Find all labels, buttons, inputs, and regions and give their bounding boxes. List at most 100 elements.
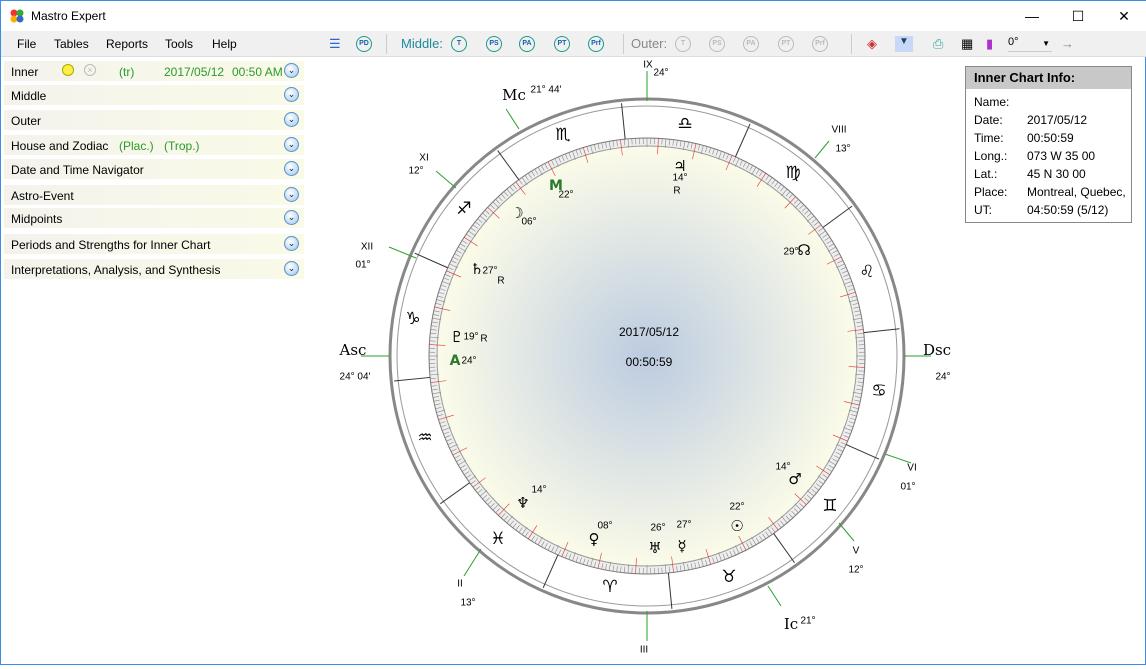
info-value: Montreal, Quebec,	[1027, 185, 1126, 199]
panel-middle[interactable]: Middle ⌄	[4, 85, 304, 105]
panel-label: Inner	[11, 65, 38, 79]
angle-degree: 21°	[800, 616, 815, 627]
middle-ps-button[interactable]: PS	[486, 36, 502, 52]
panel-label: Date and Time Navigator	[11, 163, 144, 177]
info-label: Place:	[974, 185, 1007, 199]
separator	[851, 34, 852, 54]
menu-help[interactable]: Help	[212, 37, 237, 51]
expand-chevron-icon[interactable]: ⌄	[284, 261, 299, 276]
chart-style-icon[interactable]: ◈	[867, 36, 877, 52]
middle-prf-button[interactable]: Prf	[588, 36, 604, 52]
house-label: VI	[907, 463, 916, 474]
zodiac-sign-icon: ♊	[822, 496, 837, 516]
close-button[interactable]: ✕	[1101, 1, 1146, 31]
menu-tools[interactable]: Tools	[165, 37, 193, 51]
angle-degree: 24° 04'	[340, 372, 371, 383]
outer-t-button[interactable]: T	[675, 36, 691, 52]
clear-icon[interactable]: ×	[84, 64, 96, 76]
expand-chevron-icon[interactable]: ⌄	[284, 137, 299, 152]
planet-glyph-icon: ♀	[589, 530, 600, 548]
rotation-select[interactable]: 0° ▼	[1008, 36, 1052, 52]
dropdown-chevron-icon[interactable]: ▼	[895, 36, 913, 52]
separator	[623, 34, 624, 54]
info-label: Long.:	[974, 149, 1007, 163]
expand-chevron-icon[interactable]: ⌄	[284, 210, 299, 225]
outer-pa-button[interactable]: PA	[743, 36, 759, 52]
house-degree: 24°	[653, 68, 668, 79]
planet-degree: 22°	[558, 190, 573, 201]
panel-inner[interactable]: Inner × (tr) 2017/05/12 00:50 AM⌄	[4, 61, 304, 81]
chart-type-icon[interactable]	[62, 64, 74, 76]
planet-glyph-icon: ☊	[797, 241, 810, 259]
planet-glyph-icon: ♇	[450, 328, 463, 346]
center-time: 00:50:59	[626, 355, 673, 369]
expand-chevron-icon[interactable]: ⌄	[284, 112, 299, 127]
outer-pt-button[interactable]: PT	[778, 36, 794, 52]
planet-glyph-icon: ☿	[677, 537, 686, 555]
pd-button[interactable]: PD	[356, 36, 372, 52]
panel-label: Middle	[11, 89, 46, 103]
expand-chevron-icon[interactable]: ⌄	[284, 236, 299, 251]
report-icon[interactable]: ☰	[329, 36, 341, 52]
panel-label: Astro-Event	[11, 189, 74, 203]
grid-icon[interactable]: ▦	[961, 36, 973, 52]
expand-chevron-icon[interactable]: ⌄	[284, 87, 299, 102]
planet-glyph-icon: ♅	[648, 539, 661, 557]
planet-glyph-icon: ♆	[516, 494, 529, 512]
retrograde-mark: R	[673, 186, 680, 197]
minimize-button[interactable]: —	[1009, 1, 1055, 31]
angle-degree: 24°	[935, 372, 950, 383]
middle-pt-button[interactable]: PT	[554, 36, 570, 52]
panel-interpretations-analysis-and-synthesis[interactable]: Interpretations, Analysis, and Synthesis…	[4, 259, 304, 279]
print-icon[interactable]: ⎙	[933, 36, 943, 52]
panel-value: (tr)	[119, 65, 134, 79]
zodiac-sign-icon: ♓	[490, 529, 505, 549]
middle-pa-button[interactable]: PA	[519, 36, 535, 52]
angle-label: Asc	[340, 341, 367, 359]
next-arrow-button[interactable]: →	[1061, 36, 1074, 52]
planet-degree: 14°	[531, 485, 546, 496]
expand-chevron-icon[interactable]: ⌄	[284, 161, 299, 176]
middle-label: Middle:	[401, 36, 443, 52]
zodiac-sign-icon: ♐	[456, 199, 471, 219]
house-label: XI	[419, 153, 428, 164]
zodiac-sign-icon: ♏	[555, 125, 570, 145]
house-label: VIII	[831, 125, 846, 136]
select-arrow-icon: ▼	[1042, 39, 1050, 48]
panel-value: (Trop.)	[164, 139, 200, 153]
maximize-button[interactable]: ☐	[1055, 1, 1101, 31]
panel-value: 2017/05/12	[164, 65, 224, 79]
rotation-value: 0°	[1008, 36, 1019, 48]
zodiac-sign-icon: ♋	[871, 381, 886, 401]
planet-glyph-icon: ♂	[788, 470, 801, 488]
expand-chevron-icon[interactable]: ⌄	[284, 187, 299, 202]
info-value: 04:50:59 (5/12)	[1027, 203, 1108, 217]
window-title: Mastro Expert	[31, 9, 106, 23]
bar-chart-icon[interactable]: ▮	[986, 36, 993, 52]
middle-t-button[interactable]: T	[451, 36, 467, 52]
panel-date-and-time-navigator[interactable]: Date and Time Navigator ⌄	[4, 159, 304, 179]
panel-value: 00:50 AM	[232, 65, 283, 79]
panel-astro-event[interactable]: Astro-Event ⌄	[4, 185, 304, 205]
outer-prf-button[interactable]: Prf	[812, 36, 828, 52]
menu-tables[interactable]: Tables	[54, 37, 89, 51]
panel-midpoints[interactable]: Midpoints⌄	[4, 208, 304, 228]
center-date: 2017/05/12	[619, 325, 679, 339]
planet-degree: 22°	[729, 502, 744, 513]
info-value: 45 N 30 00	[1027, 167, 1086, 181]
house-cusp-line	[436, 171, 456, 188]
panel-periods-and-strengths-for-inner-chart[interactable]: Periods and Strengths for Inner Chart⌄	[4, 234, 304, 254]
title-bar: Mastro Expert — ☐ ✕	[1, 1, 1146, 31]
house-cusp-line	[506, 109, 519, 129]
menu-reports[interactable]: Reports	[106, 37, 148, 51]
astrology-chart[interactable]: ♎♍♌♋♊♉♈♓♒♑♐♏2017/05/1200:50:59Mc21° 44'A…	[331, 57, 951, 669]
info-title: Inner Chart Info:	[966, 67, 1131, 89]
menu-file[interactable]: File	[17, 37, 36, 51]
expand-chevron-icon[interactable]: ⌄	[284, 63, 299, 78]
panel-house-and-zodiac[interactable]: House and Zodiac(Plac.)(Trop.)⌄	[4, 135, 304, 155]
panel-outer[interactable]: Outer⌄	[4, 110, 304, 130]
planet-degree: 06°	[521, 217, 536, 228]
outer-ps-button[interactable]: PS	[709, 36, 725, 52]
angle-label: Mc	[502, 86, 526, 104]
zodiac-sign-icon: ♍	[785, 163, 800, 183]
